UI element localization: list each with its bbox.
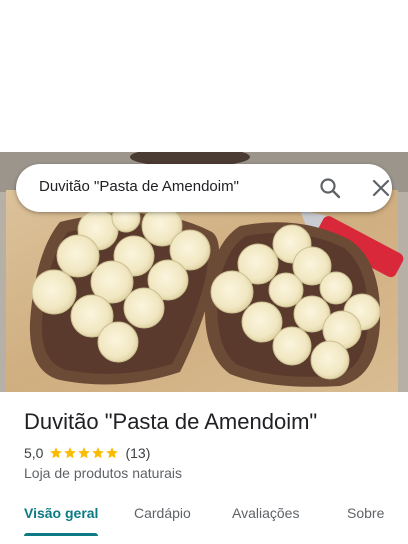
star-icon	[64, 447, 77, 459]
close-icon[interactable]	[369, 176, 393, 200]
rating-stars	[49, 446, 119, 460]
search-icon[interactable]	[318, 176, 342, 200]
tab-overview[interactable]: Visão geral	[24, 505, 98, 521]
active-tab-indicator	[24, 533, 98, 536]
rating-value: 5,0	[24, 445, 44, 461]
review-count[interactable]: (13)	[125, 445, 150, 461]
tab-about[interactable]: Sobre	[347, 505, 384, 521]
place-title: Duvitão "Pasta de Amendoim"	[24, 409, 318, 434]
place-tabs: Visão geral Cardápio Avaliações Sobre	[0, 496, 408, 544]
star-icon	[106, 447, 119, 459]
star-icon	[92, 447, 105, 459]
tab-reviews[interactable]: Avaliações	[232, 505, 299, 521]
star-icon	[50, 447, 63, 459]
tab-menu[interactable]: Cardápio	[134, 505, 191, 521]
map-blank-area	[0, 0, 408, 152]
star-icon	[78, 447, 91, 459]
search-input[interactable]: Duvitão "Pasta de Amendoim"	[39, 178, 239, 195]
rating-row[interactable]: 5,0 (13)	[24, 444, 150, 462]
search-bar[interactable]: Duvitão "Pasta de Amendoim"	[16, 164, 392, 212]
place-category: Loja de produtos naturais	[24, 465, 182, 481]
